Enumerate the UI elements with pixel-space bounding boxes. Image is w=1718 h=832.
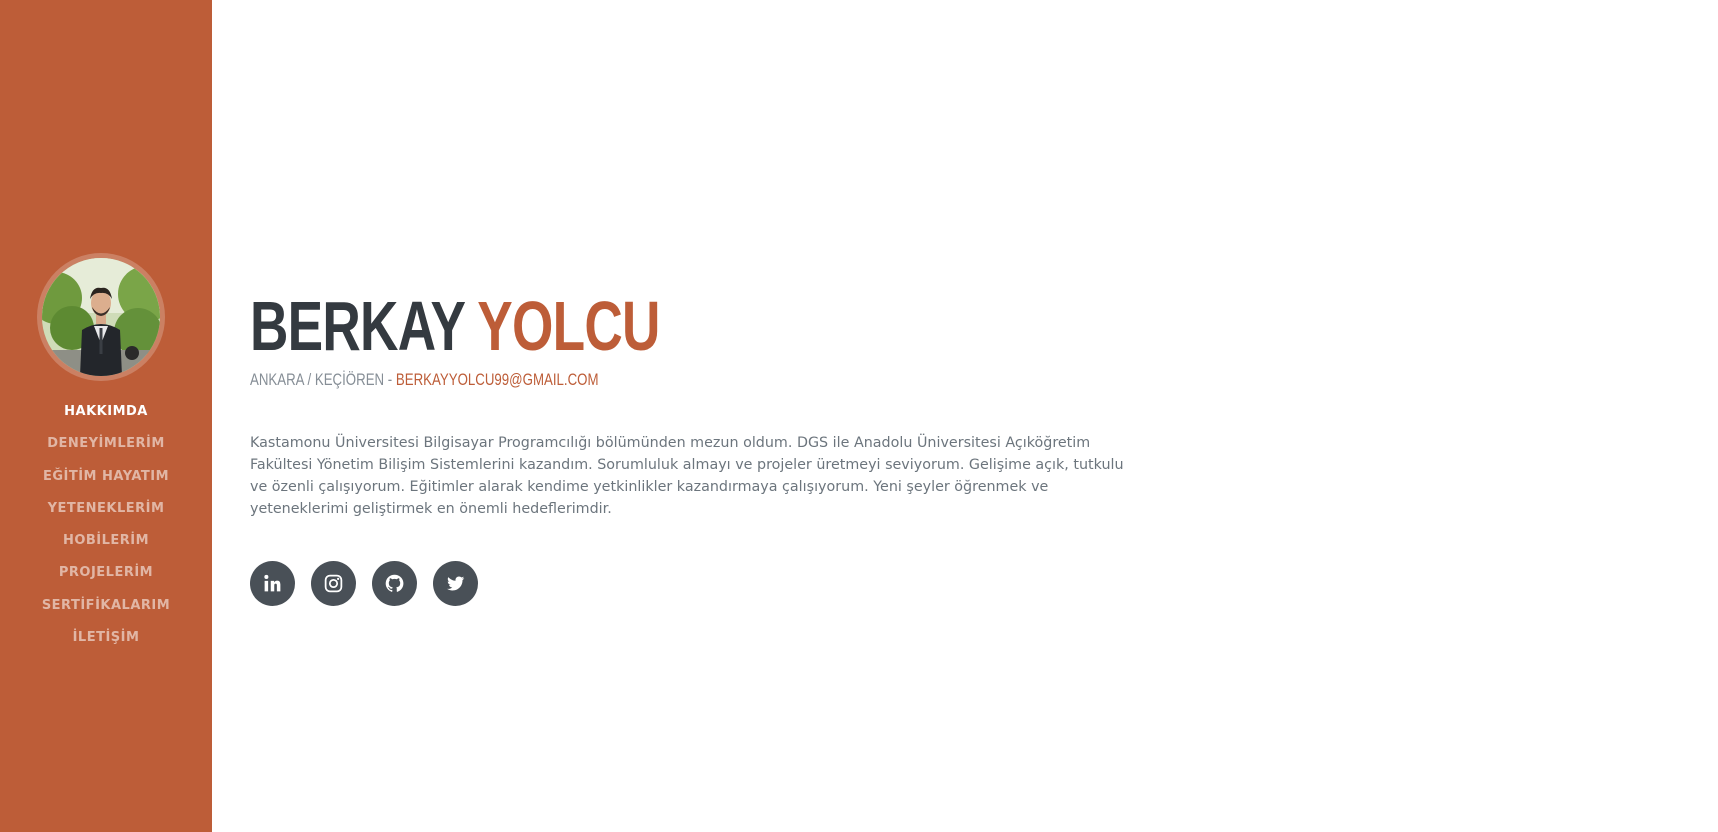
nav-item-hakkimda[interactable]: HAKKIMDA	[0, 398, 212, 430]
last-name: YOLCU	[477, 287, 660, 365]
instagram-button[interactable]	[311, 561, 356, 606]
nav-item-egitim-hayatim[interactable]: EĞİTİM HAYATIM	[0, 463, 212, 495]
profile-photo	[42, 258, 160, 376]
page-title: BERKAY YOLCU	[250, 286, 660, 366]
github-icon	[385, 574, 404, 592]
instagram-icon	[324, 574, 343, 593]
location-text: ANKARA / KEÇİÖREN	[250, 370, 385, 389]
nav-item-projelerim[interactable]: PROJELERİM	[0, 559, 212, 591]
nav-item-iletisim[interactable]: İLETİŞİM	[0, 624, 212, 656]
nav-item-sertifikalarim[interactable]: SERTİFİKALARIM	[0, 592, 212, 624]
nav-item-deneyimlerim[interactable]: DENEYİMLERİM	[0, 430, 212, 462]
avatar[interactable]	[37, 253, 165, 381]
nav-item-hobilerim[interactable]: HOBİLERİM	[0, 527, 212, 559]
contact-subheading: ANKARA / KEÇİÖREN - BERKAYYOLCU99@GMAIL.…	[250, 368, 599, 392]
twitter-icon	[447, 576, 465, 591]
bio-paragraph: Kastamonu Üniversitesi Bilgisayar Progra…	[250, 435, 1124, 517]
linkedin-icon	[264, 574, 281, 592]
nav-item-yeteneklerim[interactable]: YETENEKLERİM	[0, 495, 212, 527]
github-button[interactable]	[372, 561, 417, 606]
separator: -	[387, 370, 393, 389]
sidebar: HAKKIMDA DENEYİMLERİM EĞİTİM HAYATIM YET…	[0, 0, 212, 832]
twitter-button[interactable]	[433, 561, 478, 606]
first-name: BERKAY	[250, 287, 465, 365]
sidebar-nav: HAKKIMDA DENEYİMLERİM EĞİTİM HAYATIM YET…	[0, 398, 212, 656]
email-link[interactable]: BERKAYYOLCU99@GMAIL.COM	[396, 370, 599, 389]
linkedin-button[interactable]	[250, 561, 295, 606]
